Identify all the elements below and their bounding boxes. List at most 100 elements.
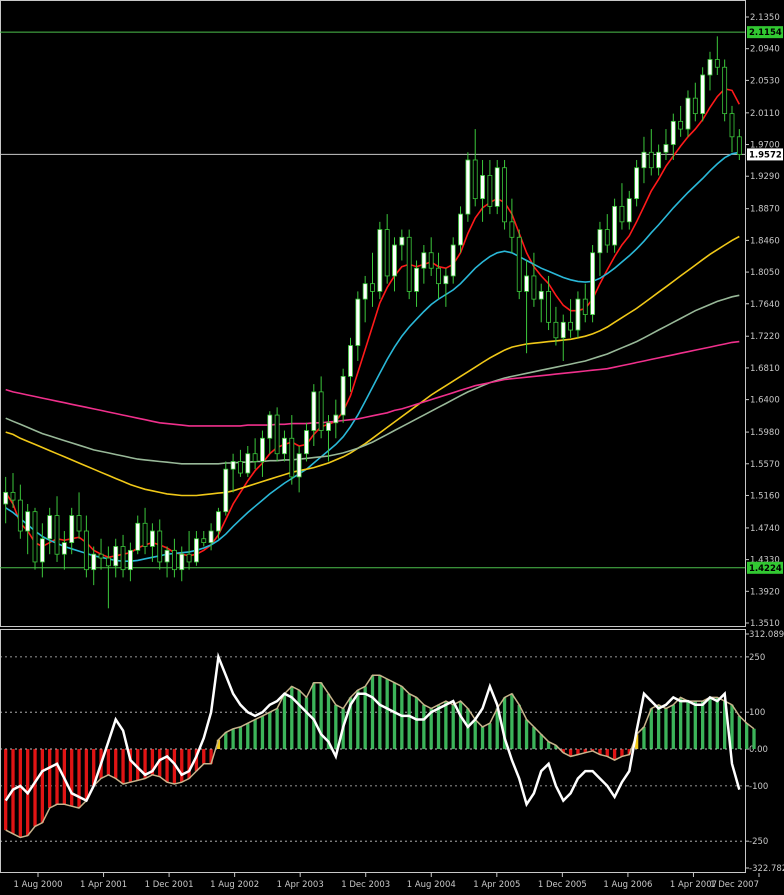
candle-body — [201, 538, 207, 544]
oscillator-bar — [649, 708, 653, 750]
oscillator-bar — [378, 675, 382, 750]
candle-body — [186, 553, 192, 563]
oscillator-bar — [334, 704, 338, 750]
price-y-tick-label: 1.8870 — [750, 205, 780, 215]
candle-body — [282, 437, 287, 455]
candle-body — [326, 422, 331, 431]
x-axis: 1 Aug 2000 1 Apr 2001 1 Dec 2001 1 Aug 2002… — [13, 873, 760, 890]
candle-body — [113, 546, 119, 567]
oscillator-bar — [605, 749, 609, 757]
candle-body — [406, 236, 412, 292]
candle-body — [648, 151, 654, 169]
x-tick-label: 1 Aug 2006 — [603, 880, 652, 890]
oscillator-bar — [752, 728, 756, 750]
candle-body — [626, 198, 632, 223]
oscillator-bar — [532, 726, 536, 750]
candle-body — [678, 120, 684, 130]
oscillator-bar — [70, 749, 74, 807]
oscillator-bar — [48, 749, 52, 809]
oscillator-bar — [77, 749, 81, 809]
candle-body — [494, 167, 500, 207]
candle-body — [54, 515, 60, 555]
oscillator-bar — [312, 682, 316, 750]
candle-body — [69, 515, 75, 544]
oscillator-bar — [708, 697, 712, 750]
oscillator-bar — [165, 749, 169, 783]
candle-body — [223, 468, 229, 513]
candle-body — [76, 515, 82, 532]
oscillator-bar — [363, 686, 367, 750]
oscillator-bar — [458, 701, 463, 750]
oscillator-bar — [400, 686, 404, 750]
x-tick-label: 1 Dec 2003 — [341, 880, 390, 890]
price-y-tick-label: 2.0530 — [750, 76, 780, 86]
oscillator-y-tick-label: 0.00 — [749, 745, 768, 755]
price-y-tick-label: 2.1350 — [750, 13, 780, 23]
oscillator-bar — [510, 693, 514, 750]
price-hline-label: 1.4224 — [749, 564, 782, 574]
x-tick-label: 1 Dec 2007 — [710, 880, 759, 890]
price-y-tick-label: 1.9290 — [750, 172, 780, 182]
oscillator-bar — [356, 690, 360, 750]
candle-body — [692, 97, 698, 115]
x-tick-label: 1 Dec 2005 — [538, 880, 587, 890]
candle-body — [194, 538, 199, 563]
candle-body — [127, 549, 133, 571]
oscillator-bar — [414, 697, 419, 750]
oscillator-bar — [715, 697, 719, 750]
candle-body — [736, 136, 742, 155]
candle-body — [135, 522, 141, 551]
oscillator-bar — [620, 749, 624, 757]
oscillator-bar — [422, 704, 426, 750]
candle-body — [164, 549, 170, 563]
candle-body — [61, 542, 67, 555]
candle-body — [274, 414, 280, 455]
candle-body — [575, 298, 581, 331]
oscillator-bar — [693, 701, 697, 750]
price-y-tick-label: 1.5160 — [750, 491, 780, 501]
candle-body — [289, 437, 295, 478]
candle-body — [260, 437, 265, 462]
candle-body — [47, 515, 53, 540]
oscillator-bar — [297, 690, 301, 750]
candle-body — [377, 229, 383, 292]
candle-body — [546, 291, 551, 323]
chart-root: 2.1350 2.0940 2.0530 2.0110 1.9700 1.9290 1.88… — [0, 0, 784, 891]
candle-body — [472, 159, 478, 200]
oscillator-bar — [671, 704, 675, 750]
oscillator-y-tick-label: -250 — [749, 837, 768, 847]
candle-body — [516, 236, 522, 292]
candle-body — [171, 549, 177, 571]
x-tick-label: 1 Apr 2003 — [277, 880, 324, 890]
oscillator-bar — [224, 732, 228, 750]
candle-body — [524, 275, 529, 292]
oscillator-bar — [319, 682, 323, 750]
candle-body — [531, 275, 537, 300]
candle-body — [465, 159, 471, 215]
candle-body — [304, 430, 309, 455]
oscillator-bar — [180, 749, 184, 783]
oscillator-bar — [282, 693, 287, 750]
candle-body — [538, 291, 544, 300]
price-y-tick-label: 1.4740 — [750, 524, 780, 534]
candle-body — [39, 538, 45, 563]
oscillator-bar — [642, 726, 646, 750]
candle-body — [311, 391, 317, 431]
oscillator-bar — [524, 719, 529, 750]
oscillator-bar — [678, 697, 683, 750]
oscillator-bar — [84, 749, 89, 801]
candle-body — [318, 391, 324, 431]
candle-body — [238, 461, 243, 474]
candle-body — [502, 167, 507, 223]
candle-body — [590, 252, 596, 315]
candle-body — [230, 461, 236, 470]
moving-average-line-1 — [5, 88, 741, 559]
candle-body — [685, 97, 691, 130]
chart-svg: 2.13502.09402.05302.01101.97001.92901.88… — [0, 0, 784, 890]
price-y-tick-label: 1.7220 — [750, 332, 780, 342]
oscillator-bar — [18, 749, 22, 838]
candle-body — [619, 205, 625, 223]
candle-body — [729, 113, 735, 138]
candle-body — [179, 553, 185, 571]
oscillator-bar — [700, 701, 705, 750]
